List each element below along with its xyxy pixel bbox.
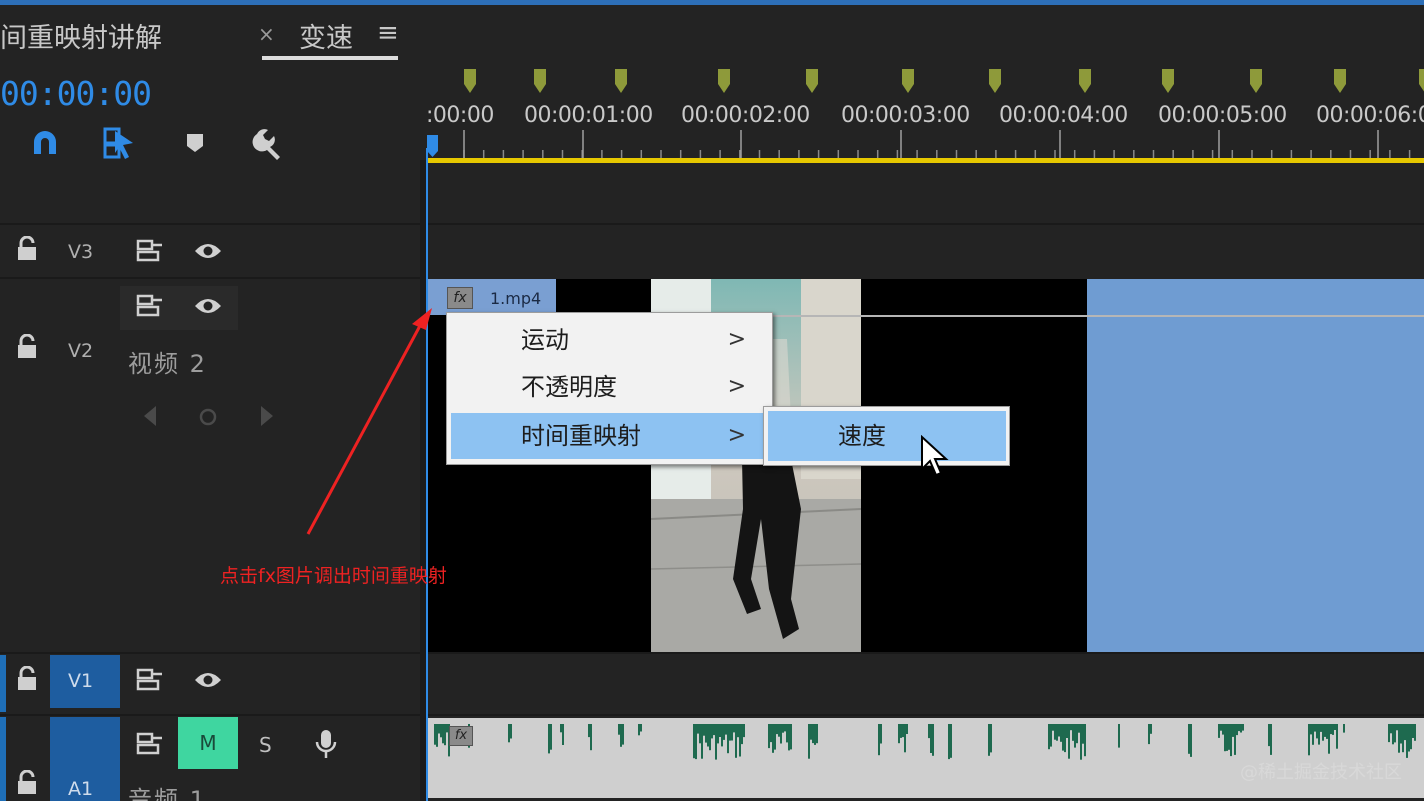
ruler-marker-icon[interactable] [1418,68,1424,94]
lock-icon[interactable] [16,769,38,800]
menu-item-time-remapping[interactable]: 时间重映射 > [451,413,768,459]
annotation-arrow [300,300,440,544]
ruler-time-label: 00:00:03:00 [841,103,970,128]
tab-time-remap[interactable]: 间重映射讲解 [0,16,162,55]
ruler-marker-icon[interactable] [614,68,628,94]
track-label-a1[interactable]: A1 [68,778,93,800]
watermark: @稀土掘金技术社区 [1240,762,1402,783]
sync-lock-icon[interactable] [136,668,164,696]
tab-close-icon[interactable]: × [258,22,275,46]
track-name-a1: 音频 1 [128,786,207,801]
menu-item-opacity[interactable]: 不透明度 > [451,364,768,410]
time-remapping-submenu: 速度 [763,406,1010,466]
panel-menu-icon[interactable]: ≡ [377,18,399,48]
ruler-time-label: 00:00:01:00 [524,103,653,128]
ruler-marker-icon[interactable] [1249,68,1263,94]
mouse-cursor-icon [920,434,950,483]
active-tab-indicator [262,56,398,60]
annotation-text: 点击fx图片调出时间重映射 [220,565,447,587]
lock-icon[interactable] [16,665,38,696]
tab-speed[interactable]: 变速 [299,16,353,55]
track-divider [0,223,1424,225]
eye-icon[interactable] [193,241,223,265]
menu-item-label: 时间重映射 [521,422,641,450]
snap-magnet-icon[interactable] [25,123,65,163]
ruler-marker-icon[interactable] [533,68,547,94]
ruler-marker-icon[interactable] [901,68,915,94]
ruler-marker-icon[interactable] [717,68,731,94]
source-patch-a1[interactable] [0,717,6,801]
adjacent-clip[interactable] [1087,279,1424,652]
add-keyframe-icon[interactable] [198,407,218,431]
fx-context-menu: 运动 > 不透明度 > 时间重映射 > [446,312,773,465]
track-label-v1[interactable]: V1 [68,670,93,692]
mute-button[interactable]: M [178,717,238,769]
wrench-settings-icon[interactable] [248,123,288,163]
solo-button[interactable]: S [259,733,272,757]
menu-item-motion[interactable]: 运动 > [451,317,768,363]
tab-bar [0,5,1424,63]
clip-name: 1.mp4 [490,289,542,308]
microphone-icon[interactable] [314,728,338,764]
fx-badge-icon[interactable]: fx [449,726,473,746]
linked-selection-icon[interactable] [99,123,139,163]
track-name-v2: 视频 2 [128,350,207,378]
lock-icon[interactable] [16,333,38,364]
ruler-marker-icon[interactable] [463,68,477,94]
menu-item-label: 不透明度 [521,373,617,401]
sync-lock-icon[interactable] [136,239,164,267]
ruler-marker-icon[interactable] [988,68,1002,94]
track-divider [0,714,1424,716]
next-keyframe-icon[interactable] [259,404,275,432]
ruler-time-label: 00:00:04:00 [999,103,1128,128]
ruler-time-label: 00:00:06:0 [1316,103,1424,128]
ruler-time-label: 00:00:02:00 [681,103,810,128]
sync-lock-icon[interactable] [136,294,164,322]
ruler-marker-icon[interactable] [1333,68,1347,94]
lock-icon[interactable] [16,235,38,266]
track-label-v2[interactable]: V2 [68,340,93,362]
sync-lock-icon[interactable] [136,732,164,760]
eye-icon[interactable] [193,670,223,694]
chevron-right-icon: > [727,423,746,448]
ruler-marker-icon[interactable] [1161,68,1175,94]
fx-badge-icon[interactable]: fx [447,287,473,309]
ruler-ticks [463,130,1411,158]
playhead-timecode[interactable]: 00:00:00 [0,74,152,113]
track-divider [0,652,1424,654]
track-divider [0,277,428,279]
eye-icon[interactable] [193,296,223,320]
track-label-v3[interactable]: V3 [68,241,93,263]
menu-item-label: 运动 [521,326,569,354]
ruler-time-label: :00:00 [426,103,494,128]
ruler-marker-icon[interactable] [805,68,819,94]
add-marker-icon[interactable] [175,123,215,163]
source-patch-v1[interactable] [0,655,6,712]
ruler-time-label: 00:00:05:00 [1158,103,1287,128]
prev-keyframe-icon[interactable] [142,404,158,432]
chevron-right-icon: > [727,374,746,399]
ruler-marker-icon[interactable] [1078,68,1092,94]
chevron-right-icon: > [727,327,746,352]
submenu-item-speed[interactable]: 速度 [768,411,1006,461]
